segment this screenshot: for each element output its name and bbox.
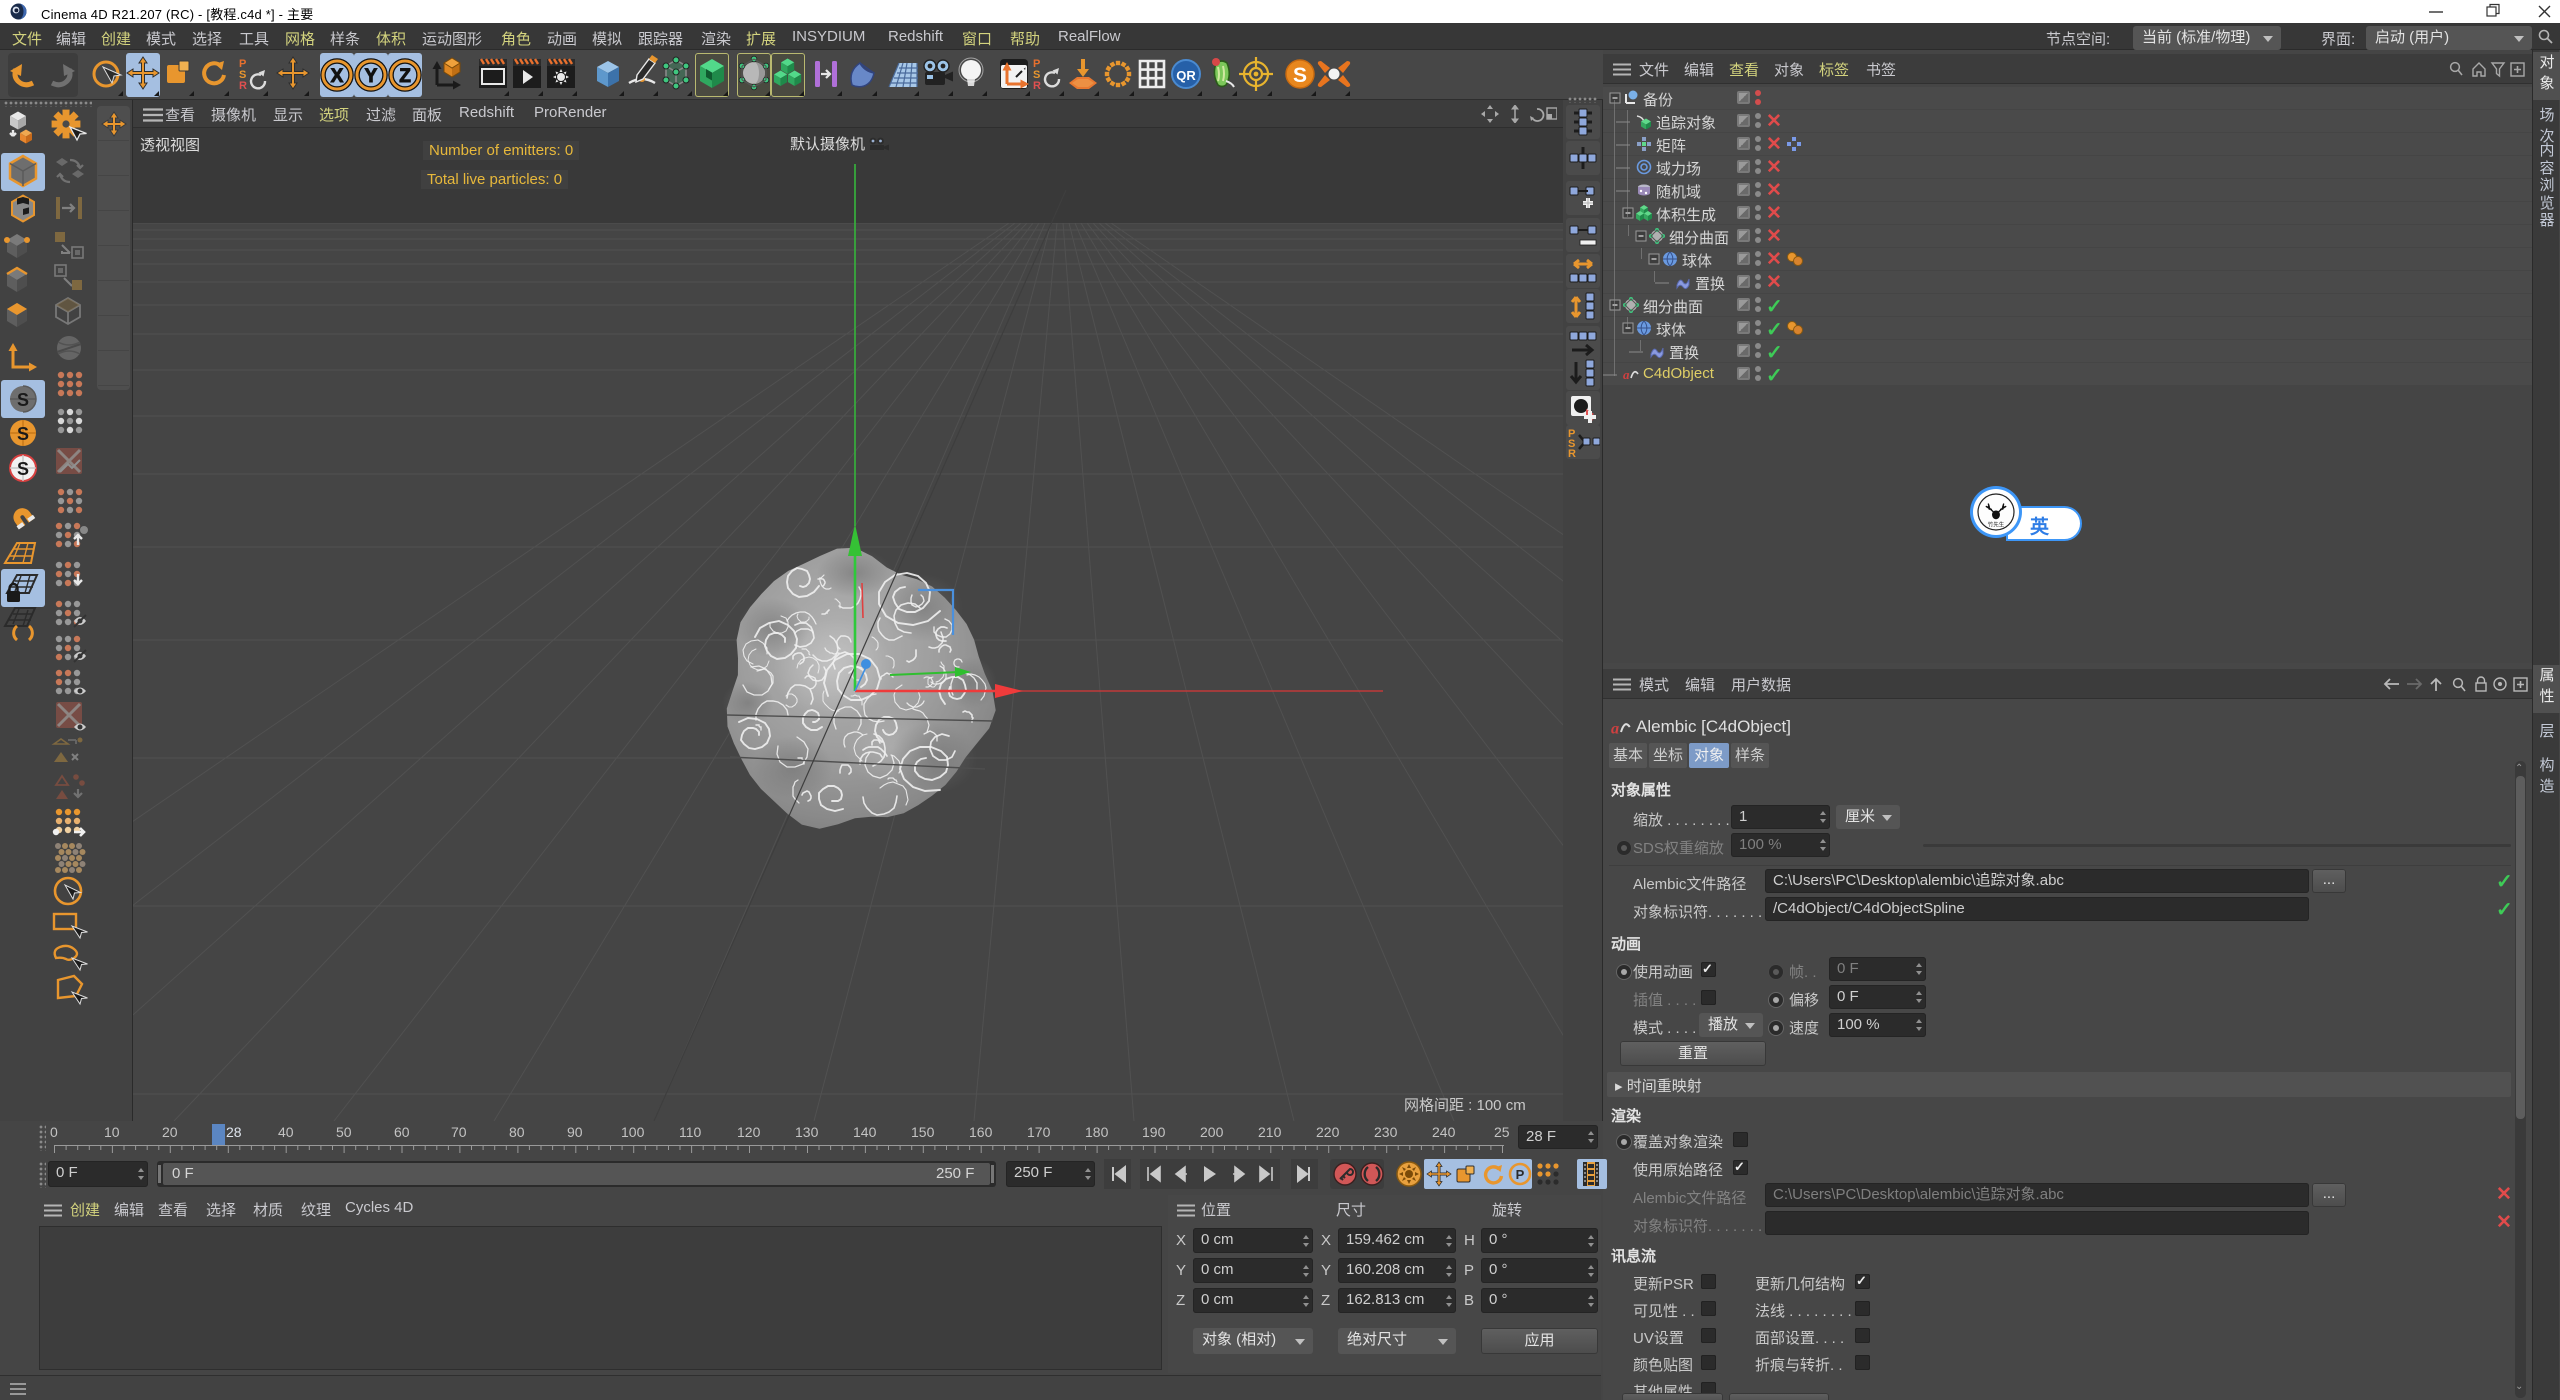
svg-text:R: R (1033, 80, 1041, 92)
svg-text:竹先生: 竹先生 (1988, 521, 2005, 529)
svg-text:a: a (1611, 719, 1619, 737)
svg-text:QR: QR (1176, 68, 1196, 83)
svg-text:P: P (1516, 1167, 1525, 1182)
svg-text:X: X (331, 66, 344, 87)
svg-text:S: S (17, 459, 29, 479)
svg-text:a: a (1623, 367, 1630, 382)
svg-text:S: S (1293, 64, 1307, 87)
svg-text:S: S (17, 390, 29, 410)
svg-text:R: R (1568, 448, 1576, 459)
svg-text:Z: Z (399, 66, 411, 87)
svg-text:R: R (239, 80, 247, 92)
svg-text:Y: Y (365, 66, 378, 87)
svg-text:S: S (17, 424, 29, 444)
